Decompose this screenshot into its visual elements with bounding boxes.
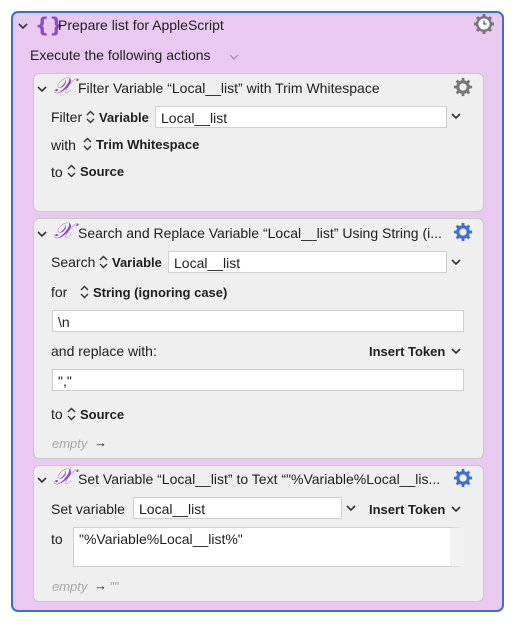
search-variable-field[interactable]: Local__list <box>168 251 447 273</box>
to-destination[interactable]: Source <box>80 164 124 179</box>
set-variable-label: Set variable <box>51 501 125 517</box>
filter-label: Filter <box>51 109 83 125</box>
chevron-down-icon[interactable] <box>228 51 240 63</box>
action-title[interactable]: Search and Replace Variable “Local__list… <box>78 225 442 241</box>
gear-clock-icon[interactable] <box>473 13 495 35</box>
chevron-down-icon[interactable] <box>450 110 462 122</box>
to-label: to <box>51 406 63 422</box>
search-mode[interactable]: String (ignoring case) <box>93 285 227 300</box>
with-label: with <box>51 137 76 153</box>
search-type[interactable]: Variable <box>112 255 162 270</box>
search-text-field[interactable]: \n <box>52 310 464 332</box>
right-arrow-icon: → <box>94 578 107 593</box>
x-variable-icon: 𝒳 <box>54 74 73 99</box>
to-label: to <box>51 531 63 547</box>
gear-icon[interactable] <box>453 77 473 97</box>
updown-arrows-icon[interactable] <box>80 285 89 299</box>
updown-arrows-icon[interactable] <box>67 164 76 178</box>
action-title[interactable]: Filter Variable “Local__list” with Trim … <box>78 80 380 96</box>
filter-variable-field[interactable]: Local__list <box>155 106 447 128</box>
filter-type[interactable]: Variable <box>99 110 149 125</box>
result-value: "" <box>110 579 120 594</box>
chevron-down-icon[interactable] <box>450 503 462 515</box>
x-variable-icon: 𝒳 <box>54 465 73 490</box>
to-label: to <box>51 164 63 180</box>
chevron-down-icon[interactable] <box>345 502 357 514</box>
chevron-down-icon[interactable] <box>36 228 48 240</box>
chevron-down-icon[interactable] <box>450 345 462 357</box>
chevron-down-icon[interactable] <box>450 256 462 268</box>
for-label: for <box>51 284 68 300</box>
updown-arrows-icon[interactable] <box>67 407 76 421</box>
group-title[interactable]: Prepare list for AppleScript <box>58 17 224 33</box>
set-variable-field[interactable]: Local__list <box>133 497 342 519</box>
filter-operation[interactable]: Trim Whitespace <box>96 137 199 152</box>
chevron-down-icon[interactable] <box>17 20 29 32</box>
insert-token-button[interactable]: Insert Token <box>369 502 445 517</box>
to-destination[interactable]: Source <box>80 407 124 422</box>
updown-arrows-icon[interactable] <box>83 137 92 151</box>
result-preview: empty <box>52 579 88 594</box>
text-value-field[interactable]: "%Variable%Local__list%" <box>73 527 464 567</box>
replace-label: and replace with: <box>51 343 157 359</box>
result-preview: empty <box>52 436 88 451</box>
updown-arrows-icon[interactable] <box>86 110 95 124</box>
action-title[interactable]: Set Variable “Local__list” to Text “"%Va… <box>78 471 440 487</box>
chevron-down-icon[interactable] <box>36 83 48 95</box>
replace-text-field[interactable]: "," <box>52 369 464 391</box>
right-arrow-icon: → <box>94 435 107 450</box>
updown-arrows-icon[interactable] <box>99 255 108 269</box>
gear-icon[interactable] <box>453 222 473 242</box>
gear-icon[interactable] <box>453 468 473 488</box>
insert-token-button[interactable]: Insert Token <box>369 344 445 359</box>
x-variable-icon: 𝒳 <box>54 219 73 244</box>
search-label: Search <box>51 254 96 270</box>
chevron-down-icon[interactable] <box>36 474 48 486</box>
execution-mode-label[interactable]: Execute the following actions <box>30 47 211 63</box>
